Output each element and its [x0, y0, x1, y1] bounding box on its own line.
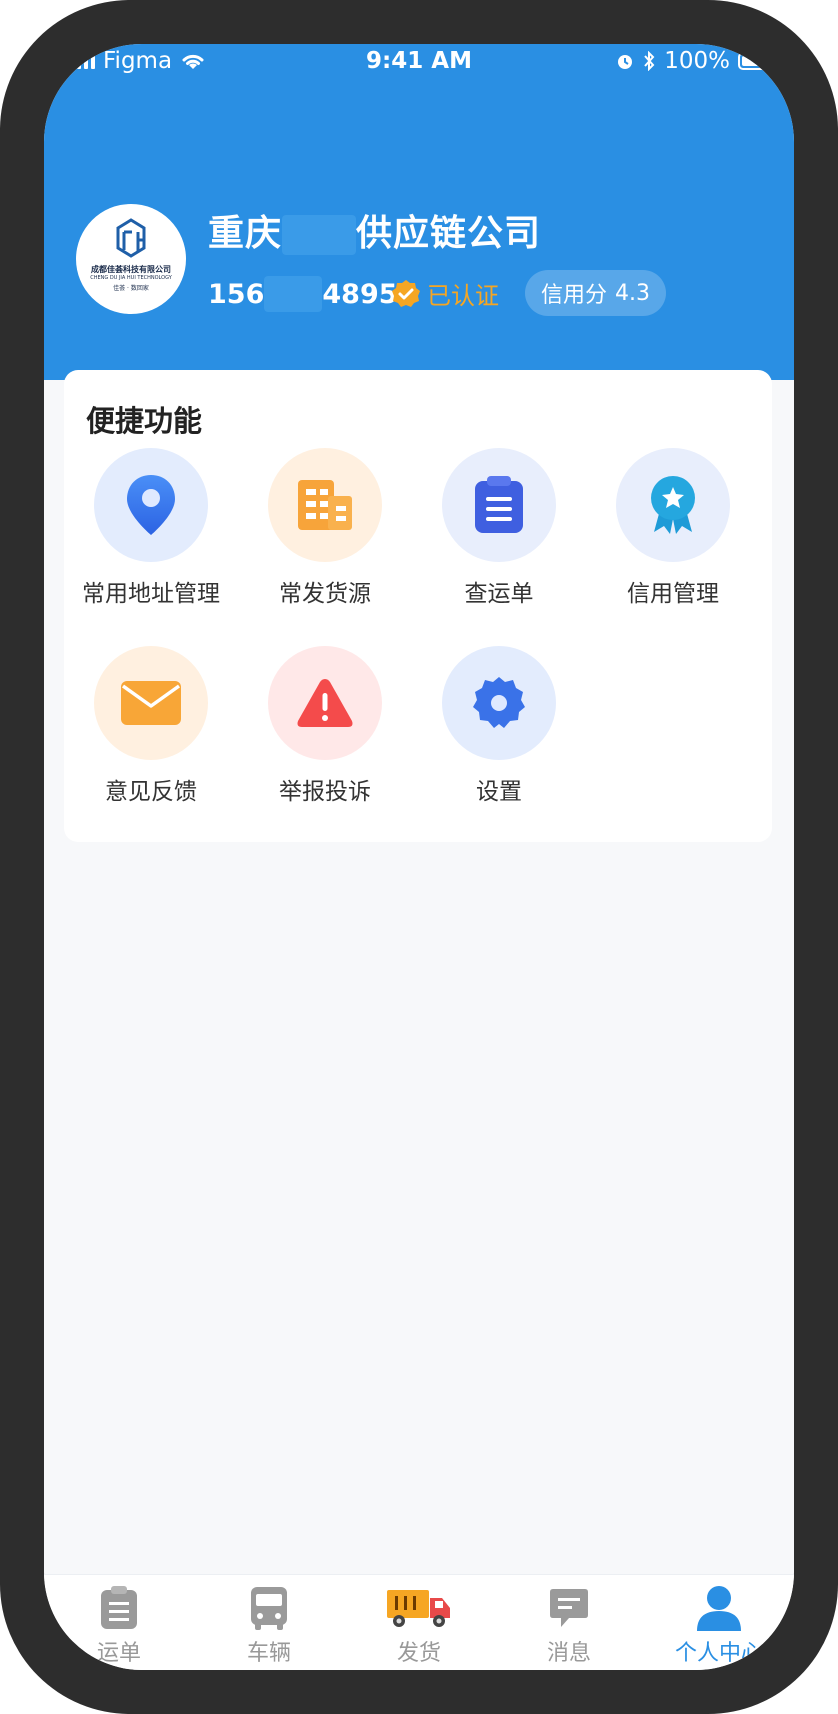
- shortcut-label: 查运单: [464, 581, 534, 607]
- shortcut-feedback[interactable]: 意见反馈: [64, 646, 238, 816]
- icon-bg: [94, 448, 208, 562]
- shortcut-label: 意见反馈: [105, 779, 197, 805]
- warning-icon: [297, 679, 353, 727]
- shortcut-frequent-sources[interactable]: 常发货源: [238, 448, 412, 618]
- tab-icon: [539, 1583, 599, 1633]
- gear-icon: [473, 677, 525, 728]
- shortcut-settings[interactable]: 设置: [412, 646, 586, 816]
- shortcut-label: 信用管理: [627, 581, 719, 607]
- battery-icon: [738, 52, 776, 70]
- tab-icon: [239, 1583, 299, 1633]
- clipboard-icon: [475, 476, 523, 533]
- person-icon: [697, 1586, 741, 1631]
- icon-bg: [442, 448, 556, 562]
- battery-percent: 100%: [664, 48, 730, 74]
- tab-icon: [689, 1583, 749, 1633]
- tab-label: 个人中心: [674, 1641, 763, 1666]
- verified-label: 已认证: [427, 282, 499, 310]
- shortcut-check-waybill[interactable]: 查运单: [412, 448, 586, 618]
- status-right: 100%: [616, 48, 776, 74]
- company-logo-icon: [116, 218, 146, 258]
- icon-bg: [616, 448, 730, 562]
- logo-line-2: CHENG DU JIA HUI TECHNOLOGY: [90, 275, 172, 281]
- logo-line-1: 成都佳荟科技有限公司: [91, 265, 171, 274]
- waybill-icon: [101, 1586, 137, 1629]
- credit-label: 信用分: [541, 283, 608, 308]
- company-name-suffix: 供应链公司: [356, 213, 542, 254]
- icon-bg: [94, 646, 208, 760]
- verified-check-icon: [392, 279, 420, 307]
- shortcut-label: 举报投诉: [279, 779, 371, 805]
- shortcut-report-complaint[interactable]: 举报投诉: [238, 646, 412, 816]
- shortcuts-card: 便捷功能 常用地址管理 常发货源 查运单 信用管理 意见反馈 举报投诉 设置: [64, 370, 772, 842]
- redacted-block: [282, 215, 357, 255]
- shortcut-address-management[interactable]: 常用地址管理: [64, 448, 238, 618]
- redacted-block: [264, 276, 323, 312]
- shortcut-label: 常发货源: [279, 581, 371, 607]
- tab-label: 运单: [96, 1641, 141, 1666]
- phone-prefix: 156: [208, 278, 265, 310]
- tab-profile[interactable]: 个人中心: [644, 1575, 794, 1670]
- icon-bg: [442, 646, 556, 760]
- phone-frame: Figma 9:41 AM 100% 成都佳荟科技有限公司 CHENG DU J…: [0, 0, 838, 1714]
- phone-suffix: 4895: [322, 278, 398, 310]
- message-icon: [550, 1589, 588, 1627]
- tab-label: 消息: [546, 1641, 591, 1666]
- tab-messages[interactable]: 消息: [494, 1575, 644, 1670]
- tab-label: 车辆: [246, 1641, 291, 1666]
- app-screen: Figma 9:41 AM 100% 成都佳荟科技有限公司 CHENG DU J…: [44, 44, 794, 1670]
- tab-ship[interactable]: 发货: [344, 1575, 494, 1670]
- bluetooth-icon: [644, 51, 655, 71]
- company-name-prefix: 重庆: [208, 213, 283, 254]
- shortcuts-title: 便捷功能: [86, 404, 203, 438]
- envelope-icon: [121, 681, 181, 725]
- truck-icon: [387, 1590, 450, 1627]
- building-icon: [298, 480, 352, 530]
- tab-label: 发货: [396, 1641, 441, 1666]
- company-avatar[interactable]: 成都佳荟科技有限公司 CHENG DU JIA HUI TECHNOLOGY 佳…: [76, 204, 186, 314]
- logo-line-3: 佳荟 · 数回家: [113, 285, 149, 292]
- phone-number: 156 4895: [208, 276, 398, 312]
- company-name: 重庆 供应链公司: [208, 204, 541, 256]
- credit-score: 4.3: [615, 280, 651, 306]
- tab-vehicles[interactable]: 车辆: [194, 1575, 344, 1670]
- icon-bg: [268, 646, 382, 760]
- bus-icon: [251, 1587, 287, 1630]
- tab-icon: [384, 1583, 454, 1633]
- profile-header: Figma 9:41 AM 100% 成都佳荟科技有限公司 CHENG DU J…: [44, 44, 794, 380]
- shortcut-credit-management[interactable]: 信用管理: [586, 448, 760, 618]
- icon-bg: [268, 448, 382, 562]
- location-pin-icon: [127, 475, 175, 535]
- alarm-icon: [618, 55, 633, 69]
- tab-waybill[interactable]: 运单: [44, 1575, 194, 1670]
- shortcut-label: 设置: [476, 779, 522, 805]
- shortcut-label: 常用地址管理: [82, 581, 220, 607]
- status-bar: Figma 9:41 AM 100%: [44, 44, 794, 88]
- verified-badge: 已认证: [391, 276, 499, 311]
- bottom-tab-bar: 运单 车辆 发货 消息 个人中心: [44, 1574, 794, 1670]
- tab-icon: [89, 1583, 149, 1633]
- award-ribbon-icon: [651, 476, 695, 534]
- credit-score-pill[interactable]: 信用分 4.3: [525, 270, 667, 316]
